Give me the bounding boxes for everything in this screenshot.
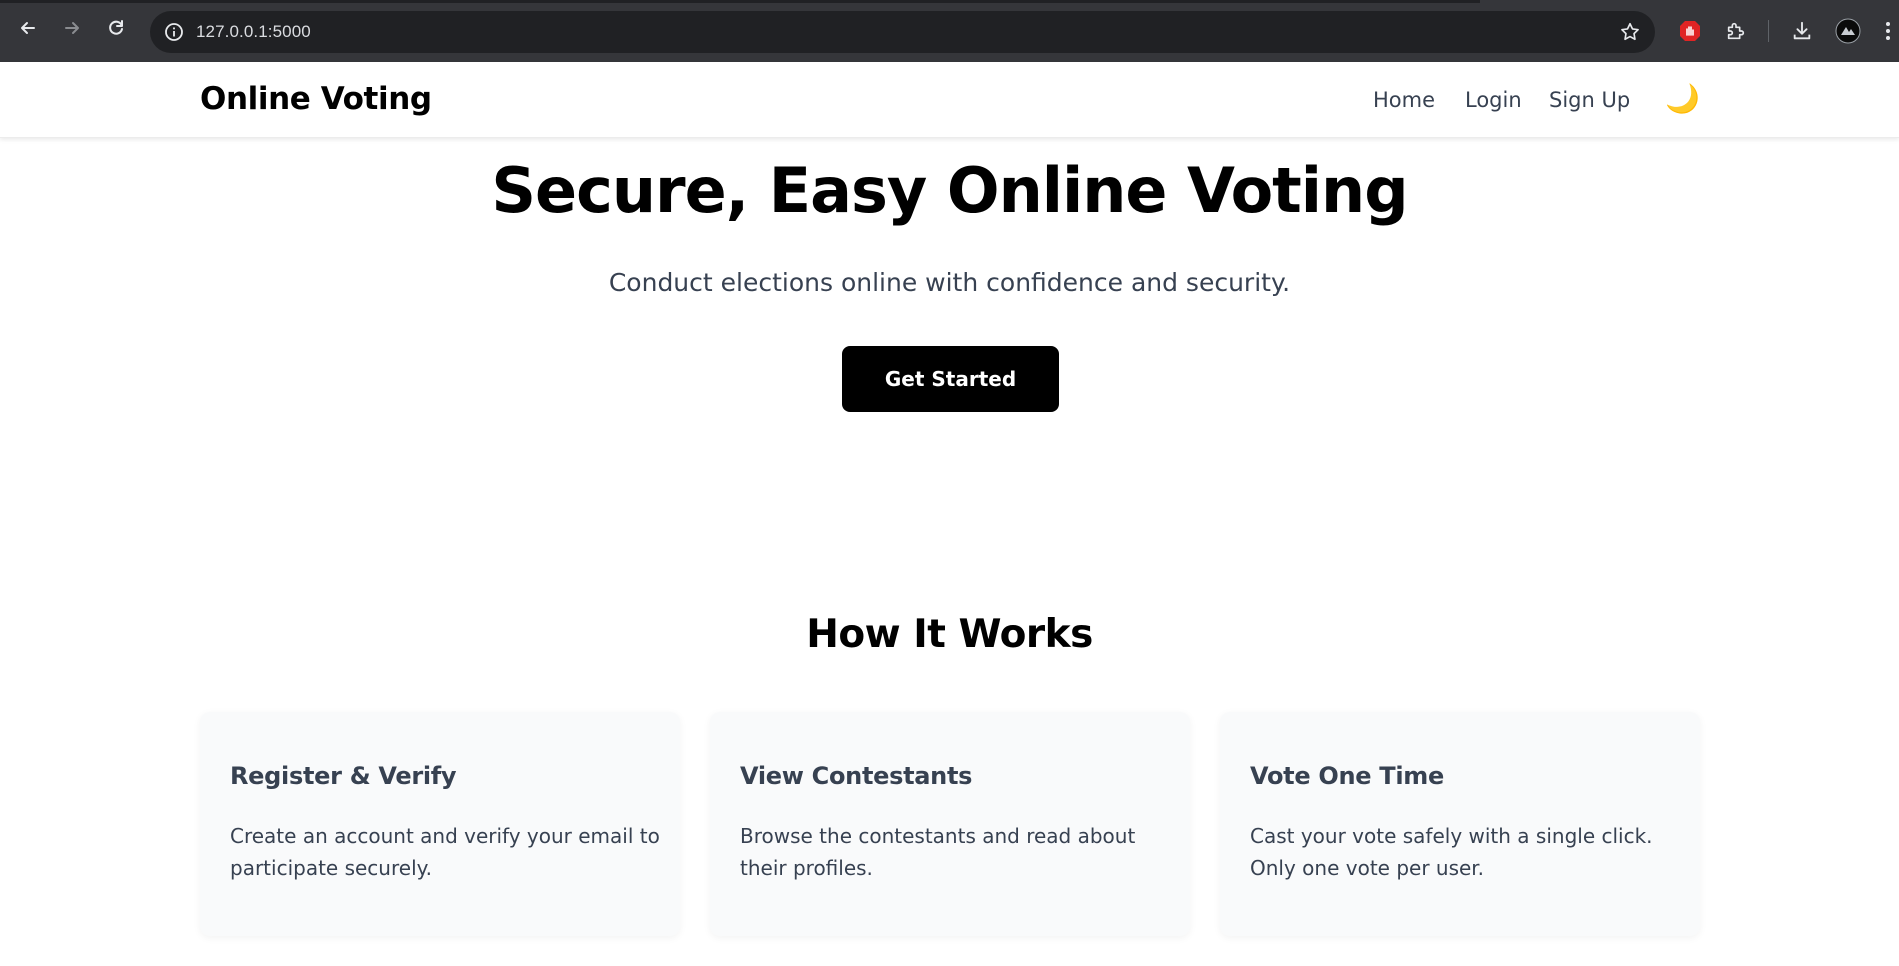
hero-subtitle: Conduct elections online with confidence… bbox=[608, 268, 1291, 297]
site-header: Online Voting Home Login Sign Up 🌙 bbox=[0, 62, 1899, 138]
nav-link-login[interactable]: Login bbox=[1465, 88, 1522, 112]
feature-card-register: Register & Verify Create an account and … bbox=[200, 712, 680, 936]
feature-card-text: Create an account and verify your email … bbox=[230, 824, 660, 880]
reload-icon[interactable] bbox=[102, 14, 130, 42]
puzzle-icon[interactable] bbox=[1722, 17, 1750, 45]
info-icon[interactable] bbox=[164, 22, 184, 46]
hand-stop-icon[interactable] bbox=[1676, 17, 1704, 45]
avatar[interactable] bbox=[1834, 17, 1862, 45]
nav-link-home[interactable]: Home bbox=[1373, 88, 1435, 112]
forward-arrow-icon[interactable] bbox=[58, 14, 86, 42]
feature-card-text: Cast your vote safely with a single clic… bbox=[1250, 824, 1653, 880]
back-arrow-icon[interactable] bbox=[14, 14, 42, 42]
url-text[interactable]: 127.0.0.1:5000 bbox=[196, 22, 311, 42]
browser-toolbar: 127.0.0.1:5000 bbox=[0, 0, 1899, 62]
get-started-button[interactable]: Get Started bbox=[842, 346, 1059, 412]
toolbar-divider bbox=[1768, 20, 1769, 42]
star-icon[interactable] bbox=[1619, 21, 1641, 47]
brand-logo-text[interactable]: Online Voting bbox=[200, 81, 432, 117]
kebab-menu-icon[interactable] bbox=[1880, 17, 1896, 45]
moon-icon[interactable]: 🌙 bbox=[1665, 82, 1700, 115]
hero-title: Secure, Easy Online Voting bbox=[491, 154, 1408, 227]
nav-link-sign-up[interactable]: Sign Up bbox=[1549, 88, 1630, 112]
feature-card-title: View Contestants bbox=[740, 762, 973, 790]
address-bar[interactable]: 127.0.0.1:5000 bbox=[150, 11, 1655, 53]
download-icon[interactable] bbox=[1788, 17, 1816, 45]
feature-card-vote: Vote One Time Cast your vote safely with… bbox=[1220, 712, 1700, 936]
how-it-works-title: How It Works bbox=[806, 612, 1093, 657]
feature-card-contestants: View Contestants Browse the contestants … bbox=[710, 712, 1190, 936]
feature-card-title: Register & Verify bbox=[230, 762, 457, 790]
feature-card-title: Vote One Time bbox=[1250, 762, 1444, 790]
tab-strip bbox=[0, 0, 1480, 3]
feature-card-text: Browse the contestants and read about th… bbox=[740, 824, 1136, 880]
